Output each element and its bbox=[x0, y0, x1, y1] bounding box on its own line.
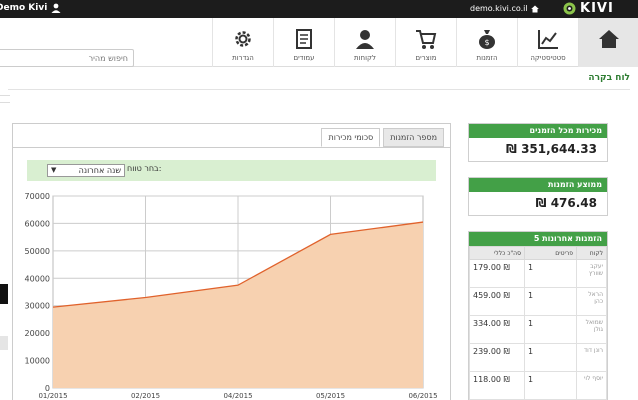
nav-orders[interactable]: $ הזמנות bbox=[456, 18, 517, 67]
avg-order-value: 476.48 bbox=[550, 196, 597, 210]
y-tick-label: 40000 bbox=[25, 274, 50, 283]
total-sales-currency: ₪ bbox=[506, 142, 517, 156]
top-bar: Demo Kivi demo.kivi.co.il KIVI bbox=[0, 0, 638, 18]
x-tick-label: 06/2015 bbox=[408, 392, 437, 400]
nav-settings[interactable]: הגדרות bbox=[212, 18, 273, 67]
store-link[interactable]: demo.kivi.co.il bbox=[470, 4, 539, 13]
tab-divider bbox=[13, 147, 450, 148]
title-divider bbox=[8, 89, 630, 90]
gear-icon bbox=[235, 31, 251, 47]
order-items: 1 bbox=[524, 259, 577, 288]
avg-order-widget: ממוצע הזמנות ₪ 476.48 bbox=[468, 177, 608, 216]
table-row[interactable]: 334.00 ₪ 1 שמואל גולן bbox=[469, 315, 607, 344]
chart-tabs: מספר הזמנות סכומי מכירות bbox=[318, 128, 444, 147]
table-row[interactable]: 118.00 ₪ 1 יוסף לוי bbox=[469, 371, 607, 400]
quick-search-input[interactable] bbox=[0, 49, 134, 67]
x-tick-label: 02/2015 bbox=[131, 392, 160, 400]
order-total: 239.00 ₪ bbox=[469, 343, 525, 372]
shopping-cart-icon bbox=[416, 30, 437, 49]
main-nav: סטטיסטיקה $ הזמנות מוצרים לקוחות עמודים … bbox=[0, 18, 638, 67]
dropdown-arrow-icon: ▼ bbox=[51, 166, 57, 174]
avg-order-value-row: ₪ 476.48 bbox=[469, 192, 607, 215]
edge-divider-lines bbox=[0, 95, 10, 109]
page-title: לוח בקרה bbox=[588, 73, 630, 83]
x-tick-label: 04/2015 bbox=[223, 392, 252, 400]
col-customer: לקוח bbox=[576, 246, 607, 260]
recent-orders-title: 5 הזמנות אחרונות bbox=[469, 232, 607, 246]
table-row[interactable]: 239.00 ₪ 1 רונן דוד bbox=[469, 343, 607, 372]
order-customer: יוסף לוי bbox=[576, 371, 607, 400]
table-row[interactable]: 459.00 ₪ 1 הראל כהן bbox=[469, 287, 607, 316]
y-tick-label: 60000 bbox=[25, 219, 50, 228]
order-items: 1 bbox=[524, 315, 577, 344]
total-sales-value: 351,644.33 bbox=[521, 142, 597, 156]
sales-chart-panel: מספר הזמנות סכומי מכירות בחר טווח: שנה א… bbox=[12, 123, 451, 400]
total-sales-title: מכירות מכל הזמנים bbox=[469, 124, 607, 138]
cropped-side-panel bbox=[0, 336, 8, 350]
y-tick-label: 20000 bbox=[25, 329, 50, 338]
order-customer: הראל כהן bbox=[576, 287, 607, 316]
nav-customers-label: לקוחות bbox=[354, 54, 376, 62]
tab-order-count[interactable]: מספר הזמנות bbox=[383, 128, 444, 147]
range-select[interactable]: שנה אחרונה ▼ bbox=[47, 164, 125, 177]
order-total: 459.00 ₪ bbox=[469, 287, 525, 316]
order-total: 334.00 ₪ bbox=[469, 315, 525, 344]
nav-products[interactable]: מוצרים bbox=[395, 18, 456, 67]
nav-products-label: מוצרים bbox=[415, 54, 437, 62]
avg-order-currency: ₪ bbox=[535, 196, 547, 210]
total-sales-widget: מכירות מכל הזמנים ₪ 351,644.33 bbox=[468, 123, 608, 162]
user-icon bbox=[51, 3, 61, 13]
nav-pages-label: עמודים bbox=[293, 54, 315, 62]
x-tick-label: 01/2015 bbox=[38, 392, 67, 400]
brand-logo: KIVI bbox=[563, 1, 614, 16]
range-select-value: שנה אחרונה bbox=[78, 166, 121, 175]
order-customer: רונן דוד bbox=[576, 343, 607, 372]
person-icon bbox=[356, 30, 374, 49]
nav-pages[interactable]: עמודים bbox=[273, 18, 334, 67]
cropped-side-element bbox=[0, 284, 8, 304]
order-total: 179.00 ₪ bbox=[469, 259, 525, 288]
avg-order-title: ממוצע הזמנות bbox=[469, 178, 607, 192]
col-total: סה"כ כללי bbox=[469, 246, 525, 260]
x-tick-label: 05/2015 bbox=[316, 392, 345, 400]
order-items: 1 bbox=[524, 287, 577, 316]
table-header-row: סה"כ כללי פריטים לקוח bbox=[469, 246, 607, 260]
order-customer: יעקב שוורץ bbox=[576, 259, 607, 288]
home-icon bbox=[599, 30, 619, 48]
order-customer: שמואל גולן bbox=[576, 315, 607, 344]
range-filter-bar: בחר טווח: שנה אחרונה ▼ bbox=[27, 160, 436, 181]
nav-statistics-label: סטטיסטיקה bbox=[530, 54, 566, 62]
order-total: 118.00 ₪ bbox=[469, 371, 525, 400]
nav-settings-label: הגדרות bbox=[232, 54, 254, 62]
order-items: 1 bbox=[524, 343, 577, 372]
table-row[interactable]: 179.00 ₪ 1 יעקב שוורץ bbox=[469, 259, 607, 288]
nav-statistics[interactable]: סטטיסטיקה bbox=[517, 18, 578, 67]
col-items: פריטים bbox=[524, 246, 577, 260]
money-bag-icon: $ bbox=[479, 30, 495, 49]
nav-home[interactable] bbox=[578, 18, 638, 67]
home-small-icon bbox=[530, 5, 539, 12]
y-tick-label: 50000 bbox=[25, 247, 50, 256]
user-menu[interactable]: Demo Kivi bbox=[0, 3, 61, 13]
store-domain: demo.kivi.co.il bbox=[470, 4, 528, 13]
brand-name: KIVI bbox=[580, 1, 614, 16]
document-icon bbox=[296, 29, 312, 49]
y-tick-label: 70000 bbox=[25, 192, 50, 201]
tab-sales-amounts[interactable]: סכומי מכירות bbox=[321, 128, 381, 147]
svg-text:$: $ bbox=[484, 38, 489, 47]
line-chart-icon bbox=[538, 30, 558, 49]
kivi-logo-icon bbox=[563, 2, 576, 15]
sales-area-chart: 01000020000300004000050000600007000001/2… bbox=[25, 192, 438, 400]
nav-customers[interactable]: לקוחות bbox=[334, 18, 395, 67]
recent-orders-widget: 5 הזמנות אחרונות סה"כ כללי פריטים לקוח 1… bbox=[468, 231, 608, 400]
total-sales-value-row: ₪ 351,644.33 bbox=[469, 138, 607, 161]
nav-orders-label: הזמנות bbox=[476, 54, 498, 62]
y-tick-label: 30000 bbox=[25, 302, 50, 311]
y-tick-label: 10000 bbox=[25, 357, 50, 366]
user-name: Demo Kivi bbox=[0, 3, 48, 13]
recent-orders-table: סה"כ כללי פריטים לקוח 179.00 ₪ 1 יעקב שו… bbox=[469, 246, 607, 400]
range-label: בחר טווח: bbox=[127, 164, 162, 173]
order-items: 1 bbox=[524, 371, 577, 400]
